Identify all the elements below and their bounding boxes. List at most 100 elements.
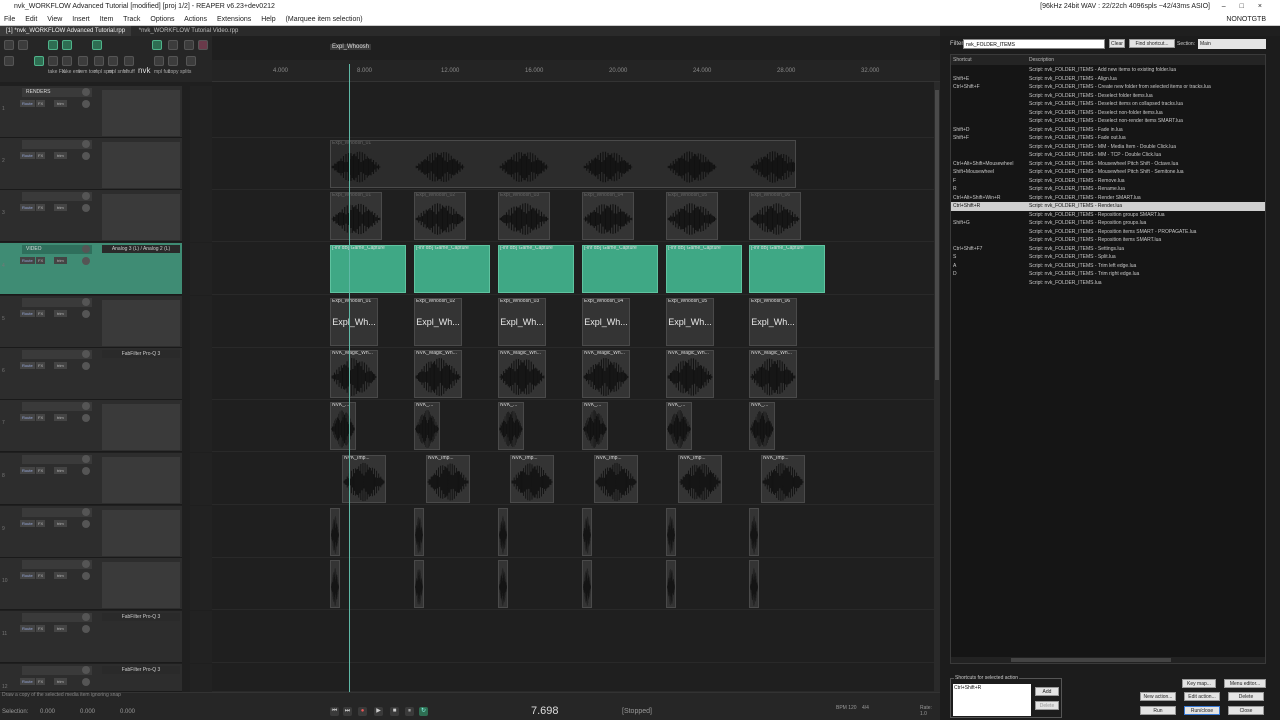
run-button[interactable]: Run [1140, 706, 1176, 715]
pan-knob-icon[interactable] [82, 362, 90, 370]
shuffle-icon[interactable] [124, 56, 134, 66]
tool-b-icon[interactable] [34, 56, 44, 66]
menu-track[interactable]: Track [123, 16, 140, 23]
pan-knob-icon[interactable] [82, 520, 90, 528]
media-item[interactable] [749, 508, 759, 556]
route-button[interactable]: Route [20, 100, 35, 107]
action-row[interactable]: Script: nvk_FOLDER_ITEMS - MM - Media It… [951, 143, 1265, 152]
media-item[interactable]: Expl_Whoosh_05 [666, 192, 718, 240]
action-row[interactable]: A Script: nvk_FOLDER_ITEMS - Trim left ed… [951, 262, 1265, 271]
track-panel[interactable]: 2 Route FX trim [0, 138, 182, 190]
media-item[interactable]: NVK_Imp... [678, 455, 722, 503]
media-item[interactable]: NVK_... [582, 402, 608, 450]
col-description[interactable]: Description [1029, 55, 1054, 65]
media-item[interactable] [498, 508, 508, 556]
media-item[interactable]: NVK_Magic_Wh... [414, 350, 462, 398]
route-button[interactable]: Route [20, 467, 35, 474]
mpl-full-icon[interactable] [154, 56, 164, 66]
fx-button[interactable]: FX [36, 520, 46, 527]
media-item[interactable]: [-inf dB] Game_Capture [498, 245, 574, 293]
fx-button[interactable]: FX [36, 152, 46, 159]
volume-knob-icon[interactable] [82, 192, 90, 200]
fx-button[interactable]: FX [36, 100, 46, 107]
route-button[interactable]: Route [20, 257, 35, 264]
menu-actions[interactable]: Actions [184, 16, 207, 23]
playhead-cursor[interactable] [349, 64, 350, 692]
media-item[interactable]: Expl_Whoosh_01 [330, 192, 382, 240]
action-row[interactable]: R Script: nvk_FOLDER_ITEMS - Rename.lua [951, 185, 1265, 194]
stop-button[interactable]: ■ [390, 707, 399, 716]
menu-view[interactable]: View [47, 16, 62, 23]
pan-knob-icon[interactable] [82, 572, 90, 580]
window-controls[interactable]: –□× [1222, 0, 1276, 14]
route-button[interactable]: Route [20, 204, 35, 211]
go-end-button[interactable]: ⏭ [343, 707, 352, 716]
tool-a-icon[interactable] [4, 56, 14, 66]
media-item[interactable]: [-inf dB] Game_Capture [582, 245, 658, 293]
track-panel[interactable]: 3 Route FX trim [0, 190, 182, 242]
media-item[interactable]: Expl_Whoosh_04 Expl_Wh... [582, 298, 630, 346]
media-item[interactable]: NVK_... [414, 402, 440, 450]
scrollbar-thumb[interactable] [935, 90, 939, 380]
volume-knob-icon[interactable] [82, 402, 90, 410]
trim-button[interactable]: trim [54, 257, 67, 264]
toolbar-label-nvk[interactable]: nvk [138, 66, 150, 75]
media-item[interactable]: NVK_Magic_Wh... [498, 350, 546, 398]
add-shortcut-button[interactable]: Add [1035, 687, 1059, 696]
route-button[interactable]: Route [20, 678, 35, 685]
pause-button[interactable]: ⏸ [405, 707, 414, 716]
take-fx-icon[interactable] [48, 56, 58, 66]
media-item[interactable]: [-inf dB] Game_Capture [330, 245, 406, 293]
pan-knob-icon[interactable] [82, 204, 90, 212]
action-row[interactable]: Script: nvk_FOLDER_ITEMS - Reposition it… [951, 236, 1265, 245]
trim-button[interactable]: trim [54, 204, 67, 211]
find-shortcut-button[interactable]: Find shortcut... [1129, 39, 1175, 48]
tab-project-1[interactable]: [1] *nvk_WORKFLOW Advanced Tutorial.rpp [0, 26, 132, 36]
fx-slot[interactable] [102, 457, 180, 503]
run-close-button[interactable]: Run/close [1184, 706, 1220, 715]
fx-button[interactable]: FX [36, 362, 46, 369]
delete-action-button[interactable]: Delete [1228, 692, 1264, 701]
track-lane[interactable] [212, 86, 934, 138]
route-button[interactable]: Route [20, 362, 35, 369]
trim-button[interactable]: trim [54, 467, 67, 474]
media-item[interactable]: Expl_Whoosh_02 Expl_Wh... [414, 298, 462, 346]
fx-button[interactable]: FX [36, 257, 46, 264]
track-panel[interactable]: 10 Route FX trim [0, 558, 182, 610]
media-item[interactable]: NVK_... [749, 402, 775, 450]
media-item[interactable] [414, 560, 424, 608]
track-panel[interactable]: 11 Route FX trim FabFilter Pro-Q 3 [0, 611, 182, 663]
media-item[interactable]: Expl_Whoosh_05 Expl_Wh... [666, 298, 714, 346]
trim-button[interactable]: trim [54, 152, 67, 159]
menu-help[interactable]: Help [261, 16, 275, 23]
media-item[interactable] [330, 560, 340, 608]
key-map-button[interactable]: Key map... [1182, 679, 1216, 688]
volume-knob-icon[interactable] [82, 88, 90, 96]
volume-knob-icon[interactable] [82, 140, 90, 148]
shortcut-list[interactable]: Ctrl+Shift+R [953, 684, 1031, 716]
media-item[interactable]: Expl_Whoosh_06 [749, 192, 801, 240]
media-item[interactable] [666, 560, 676, 608]
fx-slot[interactable]: FabFilter Pro-Q 3 [102, 666, 180, 674]
media-item[interactable]: NVK_... [330, 402, 356, 450]
track-lane[interactable] [212, 296, 934, 348]
route-button[interactable]: Route [20, 625, 35, 632]
media-item[interactable]: [-inf dB] Game_Capture [666, 245, 742, 293]
mpl-snfrl-icon[interactable] [108, 56, 118, 66]
volume-knob-icon[interactable] [82, 350, 90, 358]
media-item[interactable]: Expl_Whoosh_02 [414, 192, 466, 240]
lock-icon[interactable] [18, 40, 28, 50]
track-lane[interactable] [212, 190, 934, 242]
media-item[interactable]: Expl_Whoosh_01 [330, 140, 796, 188]
track-panel[interactable]: 5 Route FX trim [0, 296, 182, 348]
media-item[interactable]: NVK_Magic_Wh... [330, 350, 378, 398]
fx-button[interactable]: FX [36, 572, 46, 579]
undo-icon[interactable] [4, 40, 14, 50]
pan-knob-icon[interactable] [82, 152, 90, 160]
media-item[interactable]: Expl_Whoosh_03 [498, 192, 550, 240]
action-row[interactable]: Script: nvk_FOLDER_ITEMS - Deselect fold… [951, 92, 1265, 101]
action-row[interactable]: Ctrl+Alt+Shift+Mousewheel Script: nvk_FOL… [951, 160, 1265, 169]
pan-knob-icon[interactable] [82, 678, 90, 686]
trim-button[interactable]: trim [54, 310, 67, 317]
mpl-spot-icon[interactable] [94, 56, 104, 66]
